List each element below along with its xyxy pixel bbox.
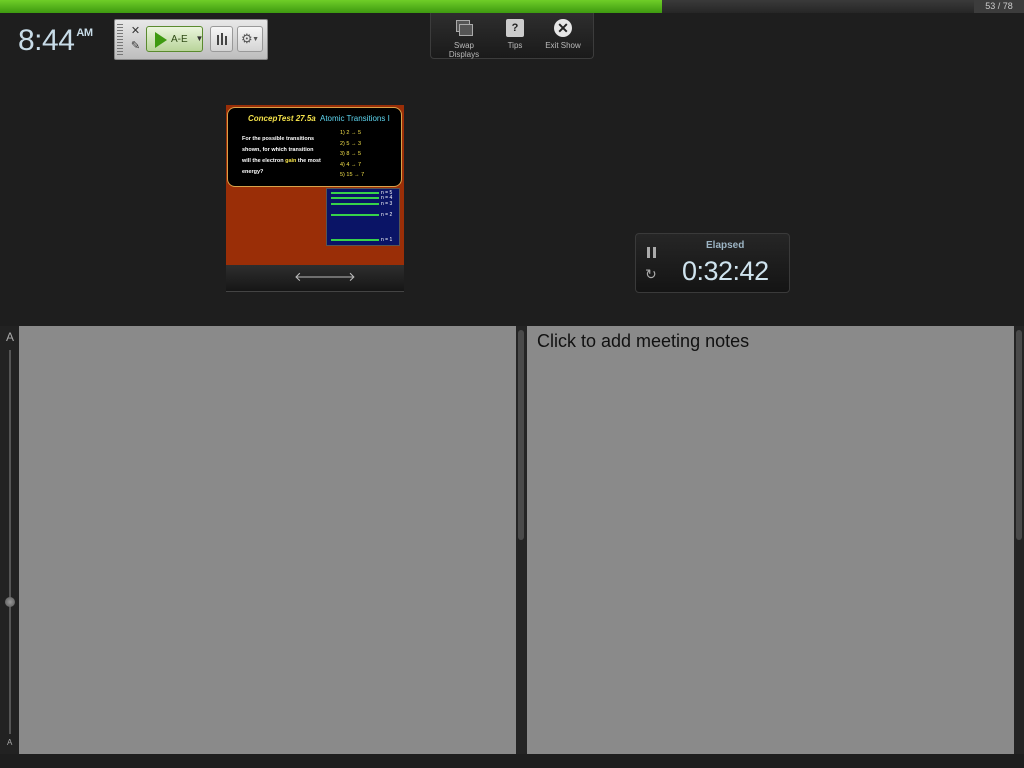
font-size-large-label: A [6, 330, 15, 344]
slider-track[interactable] [9, 350, 11, 734]
start-poll-button[interactable]: A-E ▼ [146, 26, 203, 52]
speaker-notes-panel[interactable] [19, 326, 516, 754]
slide-option: 3) 8 → 5 [340, 151, 362, 157]
question-highlight: gain [285, 158, 297, 164]
energy-level-line [331, 192, 379, 194]
slide-title: ConcepTest 27.5a [248, 114, 316, 123]
exit-show-label: Exit Show [545, 41, 581, 50]
exit-show-button[interactable]: ✕ Exit Show [538, 15, 588, 50]
slide-question-box: ConcepTest 27.5a Atomic Transitions I Fo… [227, 107, 402, 187]
current-slide-preview[interactable]: ConcepTest 27.5a Atomic Transitions I Fo… [226, 105, 404, 265]
meeting-notes-placeholder[interactable]: Click to add meeting notes [537, 331, 749, 352]
meeting-notes-scrollbar[interactable] [1014, 326, 1024, 754]
current-time: 8:44 AM [18, 24, 93, 58]
bar-chart-icon [217, 35, 219, 45]
energy-level-diagram: n = 5 n = 4 n = 3 n = 2 n = 1 [326, 188, 400, 246]
swap-displays-label: Swap Displays [448, 41, 480, 59]
energy-level-label: n = 2 [381, 212, 393, 218]
swap-icon-screen-front [459, 24, 473, 36]
close-icon[interactable]: ✕ [130, 26, 141, 37]
slide-option: 1) 2 → 5 [340, 130, 362, 136]
slide-option: 5) 15 → 7 [340, 172, 365, 178]
energy-level-line [331, 239, 379, 241]
settings-button[interactable]: ⚙ ▼ [237, 26, 263, 52]
energy-level-line [331, 203, 379, 205]
clock-ampm: AM [76, 27, 93, 39]
tips-button[interactable]: ? Tips [490, 15, 540, 50]
question-icon: ? [506, 19, 524, 37]
slide-options: 1) 2 → 5 2) 5 → 3 3) 8 → 5 4) 4 → 7 5) 1… [340, 128, 364, 181]
poll-button-label: A-E [171, 34, 188, 45]
slider-knob[interactable] [5, 597, 15, 607]
energy-level-label: n = 3 [381, 201, 393, 207]
gear-icon: ⚙ [241, 31, 253, 46]
energy-level-line [331, 197, 379, 199]
progress-remaining [662, 0, 974, 13]
chevron-down-icon: ▼ [252, 36, 259, 43]
notes-font-size-slider[interactable]: A A [0, 326, 19, 754]
timer-label: Elapsed [706, 240, 745, 251]
energy-level-label: n = 1 [381, 237, 393, 243]
bar-chart-icon-bar [221, 33, 223, 45]
toolbar-drag-handle[interactable] [117, 24, 123, 55]
slide-subtitle: Atomic Transitions I [320, 114, 390, 123]
meeting-notes-panel[interactable]: Click to add meeting notes [527, 326, 1014, 754]
polling-toolbar: ✕ ✎ A-E ▼ ⚙ ▼ [114, 19, 268, 60]
scrollbar-thumb[interactable] [1016, 330, 1022, 540]
scrollbar-thumb[interactable] [518, 330, 524, 540]
slide-option: 2) 5 → 3 [340, 140, 362, 147]
progress-fill [0, 0, 663, 13]
clock-time: 8:44 [18, 24, 75, 57]
tips-label: Tips [507, 41, 523, 50]
chevron-down-icon[interactable]: ▼ [195, 27, 204, 51]
slide-progress-bar: 53 / 78 [0, 0, 1024, 13]
swap-displays-icon [455, 19, 473, 37]
close-icon: ✕ [554, 19, 572, 37]
speaker-notes-scrollbar[interactable] [516, 326, 527, 754]
arrow-right-icon[interactable]: 🡒 [321, 269, 356, 285]
slide-counter: 53 / 78 [974, 0, 1024, 13]
swap-displays-button[interactable]: Swap Displays [439, 15, 489, 59]
bar-chart-icon-bar [225, 36, 227, 45]
pause-icon[interactable] [647, 247, 656, 258]
energy-level-line [331, 214, 379, 216]
pause-icon-bar [647, 247, 650, 258]
reset-icon[interactable]: ↻ [645, 266, 657, 283]
presenter-menu: Swap Displays ? Tips ✕ Exit Show [430, 13, 594, 59]
slide-question: For the possible transitions shown, for … [242, 134, 322, 178]
slide-navigation: 🡐 🡒 [226, 265, 404, 292]
font-size-small-label: A [7, 738, 13, 747]
elapsed-timer: ↻ Elapsed 0:32:42 [635, 233, 790, 293]
edit-icon[interactable]: ✎ [130, 41, 141, 52]
play-icon [155, 32, 167, 48]
results-chart-button[interactable] [210, 26, 233, 52]
pause-icon-bar [653, 247, 656, 258]
slide-option: 4) 4 → 7 [340, 161, 362, 168]
timer-value: 0:32:42 [682, 256, 769, 286]
